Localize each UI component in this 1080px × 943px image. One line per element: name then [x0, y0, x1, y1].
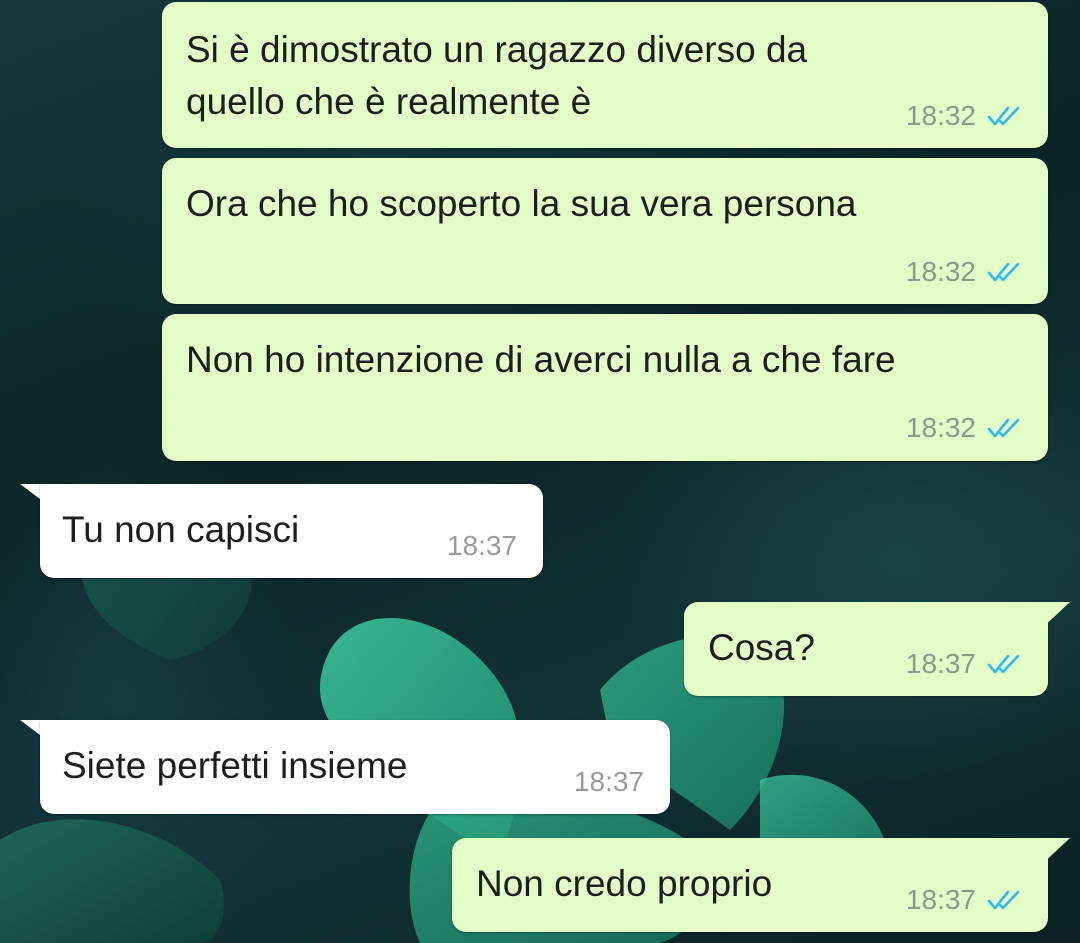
message-meta: 18:37 [906, 884, 1022, 916]
double-check-icon [987, 106, 1020, 126]
message-bubble-incoming[interactable]: Siete perfetti insieme 18:37 [40, 720, 670, 814]
message-text: Siete perfetti insieme [62, 745, 408, 786]
message-meta: 18:37 [574, 766, 644, 798]
message-timestamp: 18:37 [573, 766, 644, 797]
message-timestamp: 18:37 [905, 884, 976, 915]
double-check-icon [987, 418, 1020, 438]
message-text: Non ho intenzione di averci nulla a che … [186, 339, 896, 380]
bubble-tail-outgoing [1040, 602, 1070, 630]
double-check-icon [987, 262, 1020, 282]
message-text: Si è dimostrato un ragazzo diverso da qu… [186, 29, 808, 122]
double-check-icon [987, 890, 1020, 910]
message-bubble-outgoing[interactable]: Cosa? 18:37 [684, 602, 1048, 696]
message-bubble-outgoing[interactable]: Non credo proprio 18:37 [452, 838, 1048, 932]
message-bubble-outgoing[interactable]: Non ho intenzione di averci nulla a che … [162, 314, 1048, 461]
message-timestamp: 18:32 [905, 256, 976, 287]
message-meta: 18:32 [906, 256, 1022, 288]
message-timestamp: 18:32 [905, 100, 976, 131]
message-meta: 18:32 [906, 412, 1022, 444]
message-text: Tu non capisci [62, 509, 300, 550]
bubble-tail-outgoing [1040, 838, 1070, 866]
message-text: Ora che ho scoperto la sua vera persona [186, 183, 857, 224]
double-check-icon [987, 654, 1020, 674]
message-text: Cosa? [708, 627, 815, 668]
message-meta: 18:37 [906, 648, 1022, 680]
message-bubble-outgoing[interactable]: Ora che ho scoperto la sua vera persona … [162, 158, 1048, 304]
message-meta: 18:32 [906, 100, 1022, 132]
message-timestamp: 18:37 [446, 530, 517, 561]
message-timestamp: 18:37 [905, 648, 976, 679]
message-meta: 18:37 [447, 530, 517, 562]
message-text: Non credo proprio [476, 863, 773, 904]
message-timestamp: 18:32 [905, 412, 976, 443]
message-bubble-incoming[interactable]: Tu non capisci 18:37 [40, 484, 543, 578]
message-bubble-outgoing[interactable]: Si è dimostrato un ragazzo diverso da qu… [162, 2, 1048, 148]
